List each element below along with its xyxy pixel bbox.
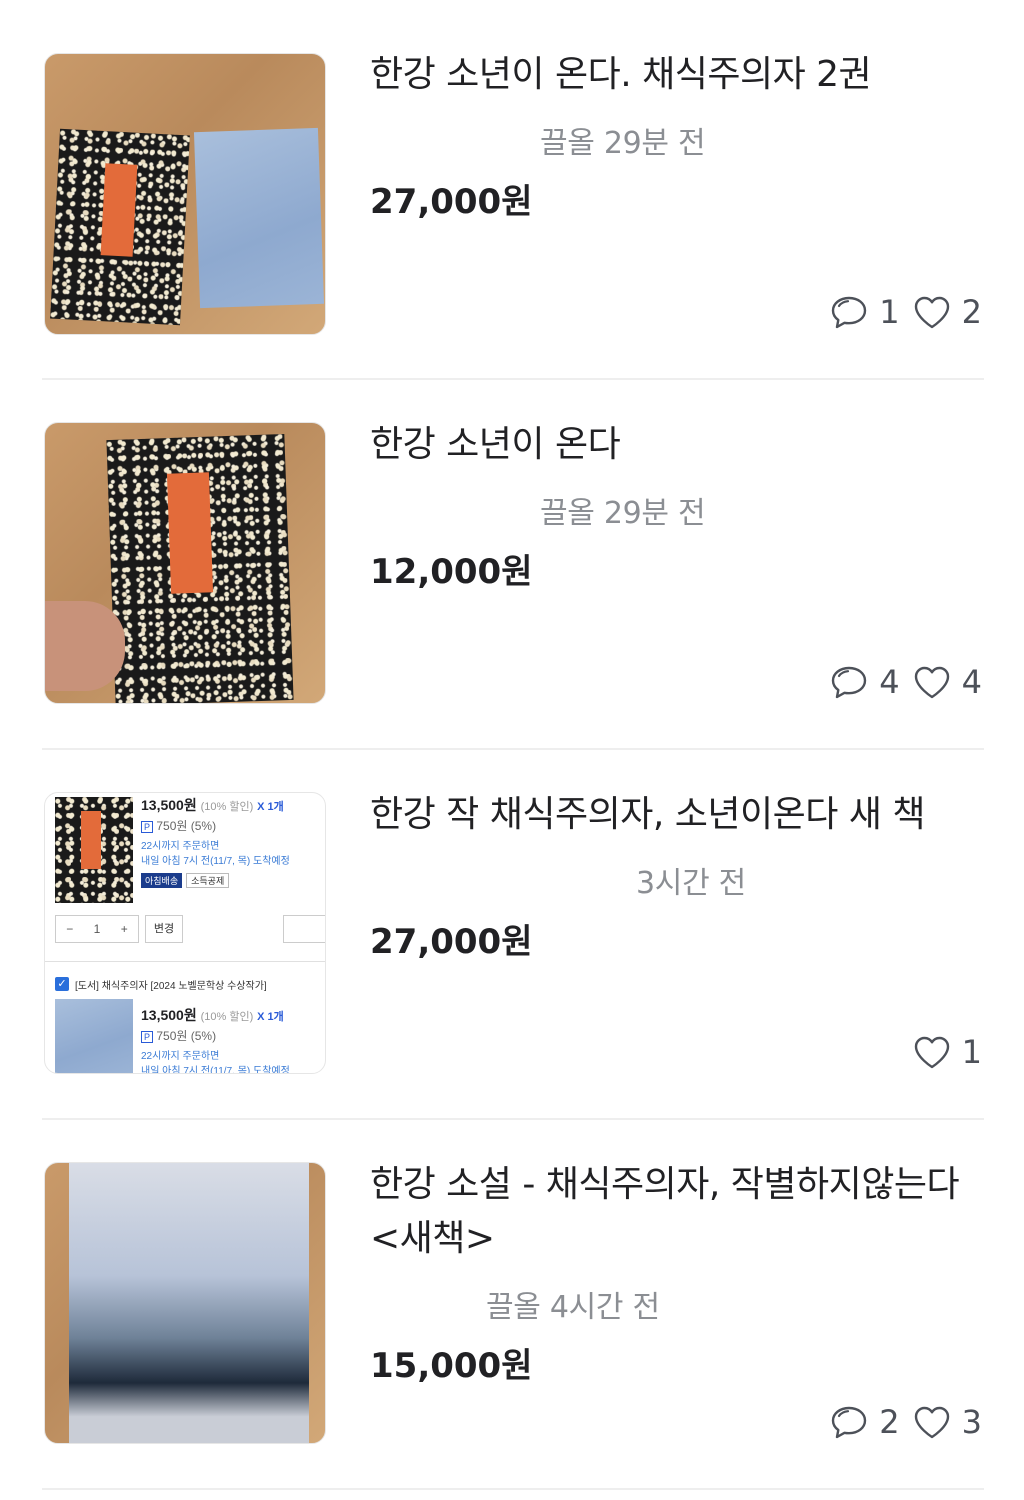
listing-meta: 끌올 29분 전 [540,496,706,531]
minus-icon[interactable]: − [66,922,73,936]
badge-row: 아침배송 소득공제 [141,873,230,888]
listing-price: 15,000원 [370,1346,533,1386]
divider [42,1118,984,1120]
listing-meta: 3시간 전 [636,866,746,901]
book-cover-image [55,999,133,1073]
item2-delivery-note: 내일 아침 7시 전(11/7, 목) 도착예정 [141,1066,290,1074]
item1-discount: (10% 할인) [200,801,254,813]
chat-count: 1 [827,292,900,332]
like-count: 2 [910,292,982,332]
chat-count-value: 4 [879,663,900,701]
divider [42,748,984,750]
listing-stats: 2 3 [827,1402,982,1442]
listing-price: 27,000원 [370,182,533,222]
change-button[interactable]: 변경 [145,915,183,943]
item2-discount: (10% 할인) [200,1011,254,1023]
listing-meta: 끌올 4시간 전 [486,1290,660,1325]
listing-title: 한강 소년이 온다. 채식주의자 2권 [370,54,872,95]
listing-stats: 1 [910,1032,982,1072]
item2-price: 13,500원 [141,1007,197,1023]
item1-price: 13,500원 [141,797,197,813]
like-count: 3 [910,1402,982,1442]
item-separator [45,961,325,962]
listing-meta: 끌올 29분 전 [540,126,706,161]
divider [42,1488,984,1490]
listing-thumbnail[interactable] [44,53,326,335]
chat-bubble-icon [832,666,867,699]
tax-deduction-badge: 소득공제 [186,873,230,888]
morning-delivery-badge: 아침배송 [141,873,183,888]
order-button-partial[interactable] [283,915,325,943]
item2-checkbox[interactable]: ✓ [55,977,69,991]
chat-count: 2 [827,1402,900,1442]
item1-order-note: 22시까지 주문하면 [141,841,220,852]
item1-qty: X 1개 [257,801,284,813]
like-count: 1 [910,1032,982,1072]
book-cover-image [69,1163,309,1443]
listing-stats: 1 2 [827,292,982,332]
item2-point-value: 750원 (5%) [156,1029,217,1043]
listing-title: 한강 소설 - 채식주의자, 작별하지않는다 <새책> [370,1164,960,1259]
heart-icon [914,1406,949,1439]
listing-thumbnail[interactable] [44,1162,326,1444]
like-count: 4 [910,662,982,702]
book-title-label [100,163,138,257]
item1-point: P 750원 (5%) [141,817,216,834]
listing-stats: 4 4 [827,662,982,702]
item2-qty: X 1개 [257,1011,284,1023]
heart-icon [914,296,949,329]
item1-delivery-note: 내일 아침 7시 전(11/7, 목) 도착예정 [141,856,290,867]
chat-bubble-icon [832,296,867,329]
item2-title: [도서] 채식주의자 [2024 노벨문학상 수상작가] [75,981,267,992]
item1-price-line: 13,500원 (10% 할인) X 1개 [141,795,284,815]
item2-order-note: 22시까지 주문하면 [141,1051,220,1062]
listing-thumbnail[interactable] [44,422,326,704]
listing-price: 12,000원 [370,552,533,592]
point-icon: P [141,1031,153,1043]
listing-title: 한강 소년이 온다 [370,424,621,465]
heart-icon [914,1036,949,1069]
book-title-label [81,811,101,869]
stepper-value: 1 [93,922,101,936]
listing-thumbnail[interactable]: 13,500원 (10% 할인) X 1개 P 750원 (5%) 22시까지 … [44,792,326,1074]
item2-price-line: 13,500원 (10% 할인) X 1개 [141,1005,284,1025]
item2-point: P 750원 (5%) [141,1027,216,1044]
like-count-value: 1 [961,1033,982,1071]
item1-point-value: 750원 (5%) [156,819,217,833]
like-count-value: 4 [961,663,982,701]
listing-title: 한강 작 채식주의자, 소년이온다 새 책 [370,794,925,835]
listing-price: 27,000원 [370,922,533,962]
heart-icon [914,666,949,699]
chat-count: 4 [827,662,900,702]
book-cover-image [193,127,325,309]
chat-count-value: 1 [879,293,900,331]
like-count-value: 2 [961,293,982,331]
chat-bubble-icon [832,1406,867,1439]
like-count-value: 3 [961,1403,982,1441]
hand-image [45,601,125,691]
book-title-label [166,472,214,594]
chat-count-value: 2 [879,1403,900,1441]
point-icon: P [141,821,153,833]
quantity-stepper[interactable]: − 1 + [55,915,139,943]
plus-icon[interactable]: + [121,922,128,936]
divider [42,378,984,380]
